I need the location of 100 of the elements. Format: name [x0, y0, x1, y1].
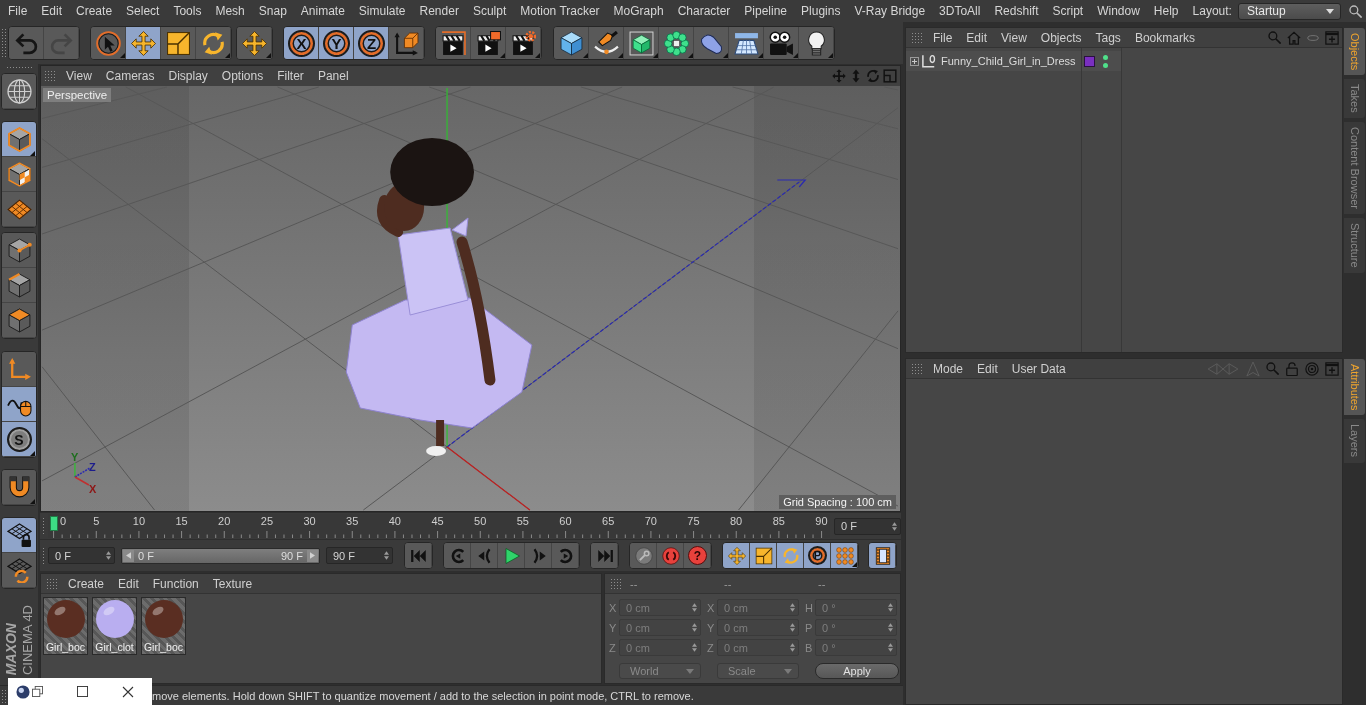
magnet-button[interactable] — [2, 470, 36, 505]
z-axis-button[interactable]: Z — [354, 27, 389, 59]
frame-number: 35 — [345, 515, 360, 528]
globe-button[interactable] — [2, 74, 36, 109]
menu-item[interactable]: Objects — [1040, 30, 1082, 45]
menu-item[interactable]: MoGraph — [613, 4, 664, 18]
menu-item[interactable]: File — [8, 4, 28, 18]
menu-item[interactable]: Script — [1052, 4, 1084, 18]
move-tool-button[interactable] — [237, 27, 272, 59]
y-axis-button[interactable]: Y — [319, 27, 354, 59]
menu-item[interactable]: Function — [152, 576, 199, 591]
frame-number: 10 — [131, 515, 147, 528]
menu-item[interactable]: Cameras — [105, 69, 155, 83]
menu-item[interactable]: Motion Tracker — [520, 4, 600, 18]
menu-item[interactable]: Character — [677, 4, 731, 18]
menu-item[interactable]: Filter — [277, 69, 304, 83]
material-thumbnail[interactable]: Girl_boc — [141, 597, 186, 655]
menu-item[interactable]: Redshift — [994, 4, 1039, 18]
end-frame-field[interactable]: 90 F — [326, 547, 393, 564]
tag-icon[interactable] — [1084, 55, 1095, 67]
cube-button[interactable] — [554, 27, 589, 59]
menu-item[interactable]: View — [1001, 30, 1027, 45]
previous-key-button[interactable] — [444, 543, 471, 568]
grid-lock-button[interactable] — [2, 518, 36, 553]
submenu-corner-icon — [30, 499, 35, 504]
menu-item[interactable]: File — [933, 30, 953, 45]
floor-grid-icon — [734, 30, 759, 56]
visibility-dot[interactable] — [1103, 62, 1108, 68]
frame-number: 20 — [217, 515, 232, 528]
axis-letter: X — [608, 601, 618, 614]
menu-item[interactable]: Snap — [258, 4, 287, 18]
axis-mode-button[interactable] — [2, 352, 36, 387]
layout-toggle-icon[interactable] — [883, 69, 897, 83]
render-view-button[interactable] — [436, 27, 471, 59]
timeline-ruler[interactable]: 0 5 10 15 20 25 30 35 40 45 50 55 60 65 70 75 80 85 90 — [48, 514, 830, 538]
expand-icon[interactable] — [910, 56, 919, 66]
menu-item[interactable]: Edit — [977, 361, 998, 376]
dot-grid-button[interactable] — [831, 543, 858, 568]
menu-item[interactable]: Plugins — [801, 4, 841, 18]
close-icon[interactable] — [122, 685, 134, 698]
side-tab[interactable]: Attributes — [1344, 359, 1365, 416]
menu-item[interactable]: 3DToAll — [939, 4, 981, 18]
menu-item[interactable]: Create — [68, 576, 105, 591]
menu-item[interactable]: Display — [168, 69, 208, 83]
menu-item[interactable]: Pipeline — [744, 4, 788, 18]
restore-icon[interactable] — [32, 686, 43, 697]
menu-item[interactable]: Animate — [300, 4, 345, 18]
selection-tool-button[interactable] — [91, 27, 126, 59]
menu-item[interactable]: Help — [1153, 4, 1179, 18]
s-button[interactable]: S — [2, 422, 36, 457]
menu-item[interactable]: Panel — [317, 69, 349, 83]
grip-icon — [42, 546, 46, 565]
search-icon[interactable] — [1349, 4, 1362, 18]
go-to-start-button[interactable] — [405, 543, 432, 568]
menu-item[interactable]: Mesh — [215, 4, 245, 18]
menu-item[interactable]: Tools — [173, 4, 202, 18]
start-frame-field[interactable]: 0 F — [48, 547, 115, 564]
scale-key-button[interactable] — [750, 543, 777, 568]
menu-item[interactable]: Sculpt — [472, 4, 507, 18]
mouse-mode-button[interactable] — [2, 387, 36, 422]
maximize-icon[interactable] — [77, 686, 88, 697]
undo-button[interactable] — [9, 27, 44, 59]
menu-item[interactable]: Edit — [966, 30, 988, 45]
menu-item[interactable]: Options — [221, 69, 264, 83]
menu-item[interactable]: View — [66, 69, 92, 83]
go-to-end-button[interactable] — [591, 543, 618, 568]
rotate-key-button[interactable] — [777, 543, 804, 568]
spinner-arrows-icon — [892, 521, 897, 531]
preview-range-slider[interactable]: 0 F 90 F — [121, 547, 320, 564]
side-tab[interactable]: Objects — [1344, 28, 1365, 76]
visibility-dot[interactable] — [1103, 54, 1108, 60]
grid-plane-icon — [6, 197, 32, 222]
key-button[interactable] — [630, 543, 657, 568]
points-mode-button[interactable] — [2, 233, 36, 268]
menu-item[interactable]: Edit — [41, 4, 63, 18]
menu-item[interactable]: Texture — [212, 576, 253, 591]
grip-icon — [1, 688, 6, 703]
axis-letter: B — [804, 641, 814, 654]
menu-item[interactable]: Tags — [1095, 30, 1121, 45]
x-axis-button[interactable]: X — [284, 27, 319, 59]
menu-item[interactable]: User Data — [1011, 361, 1066, 376]
menu-item[interactable]: Render — [419, 4, 459, 18]
menu-item[interactable]: V-Ray Bridge — [854, 4, 926, 18]
layout-dropdown[interactable]: Startup — [1237, 2, 1341, 20]
move-key-button[interactable] — [723, 543, 750, 568]
menu-item[interactable]: Window — [1097, 4, 1140, 18]
menu-item[interactable]: Simulate — [358, 4, 406, 18]
model-mode-button[interactable] — [2, 122, 36, 157]
material-thumbnail[interactable]: Girl_boc — [43, 597, 88, 655]
playhead-marker[interactable] — [49, 516, 58, 531]
move-tool-button[interactable] — [126, 27, 161, 59]
menu-item[interactable]: Create — [76, 4, 113, 18]
menu-item[interactable]: Bookmarks — [1134, 30, 1195, 45]
menu-item[interactable]: Select — [126, 4, 160, 18]
p-button[interactable]: P — [804, 543, 831, 568]
menu-item[interactable]: Edit — [118, 576, 139, 591]
film-strip-button[interactable] — [869, 543, 896, 568]
frame-field[interactable]: 0 F — [834, 517, 901, 535]
material-thumbnail[interactable]: Girl_clot — [92, 597, 137, 655]
menu-item[interactable]: Mode — [933, 361, 964, 376]
